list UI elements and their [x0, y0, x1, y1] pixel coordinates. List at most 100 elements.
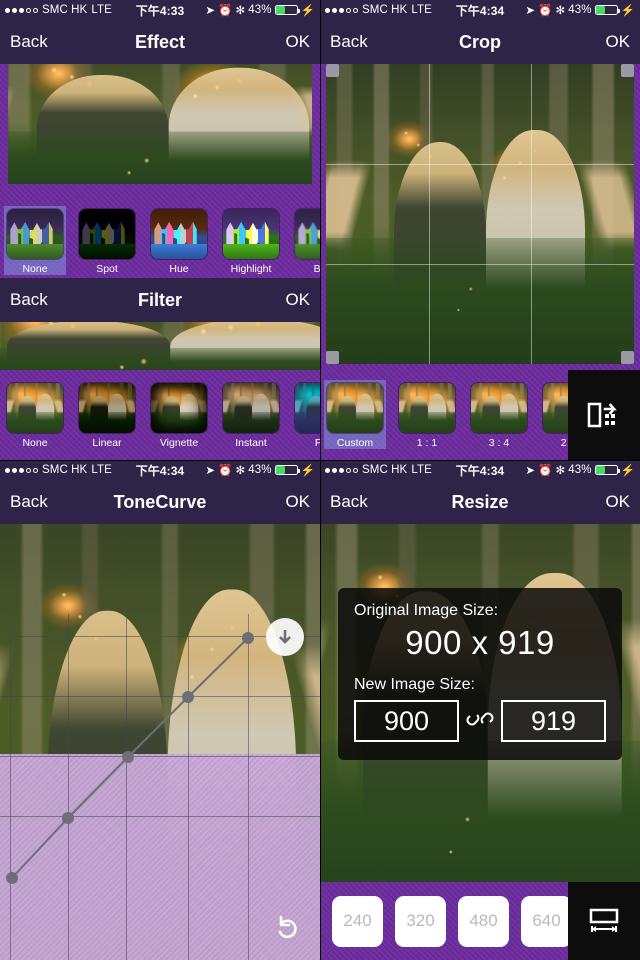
resize-preset-240[interactable]: 240	[332, 895, 383, 947]
carrier-label: SMC HK	[362, 4, 408, 16]
resize-dialog: Original Image Size: 900 x 919 New Image…	[338, 588, 622, 760]
rotate-orientation-button[interactable]	[568, 370, 640, 460]
panel-divider-horizontal	[0, 460, 640, 461]
height-input[interactable]: 919	[501, 700, 606, 742]
crop-handle-bottom-left[interactable]	[326, 351, 339, 364]
panel-tonecurve: SMC HK LTE 下午4:34 ➤ ⏰ ✻ 43% ⚡ Back ToneC…	[0, 460, 320, 960]
effect-item-1[interactable]: Spot	[76, 208, 138, 275]
effect-thumbnail	[6, 208, 64, 260]
back-button-filter[interactable]: Back	[10, 290, 48, 310]
status-right-group: ➤ ⏰ ✻ 43% ⚡	[525, 3, 635, 17]
status-signal-group: SMC HK LTE	[5, 4, 112, 16]
back-button-effect[interactable]: Back	[10, 32, 48, 52]
crop-handle-bottom-right[interactable]	[621, 351, 634, 364]
location-arrow-icon: ➤	[205, 465, 216, 477]
width-input[interactable]: 900	[354, 700, 459, 742]
tonecurve-preview-image	[0, 524, 320, 960]
filter-item-3[interactable]: Instant	[220, 382, 282, 449]
aspect-link-button[interactable]	[463, 708, 497, 735]
crop-handle-top-right[interactable]	[621, 64, 634, 77]
alarm-clock-icon: ⏰	[538, 465, 553, 477]
status-bar-resize: SMC HK LTE 下午4:34 ➤ ⏰ ✻ 43% ⚡	[320, 460, 640, 480]
crop-item-0[interactable]: Custom	[324, 380, 386, 449]
tonecurve-point-3[interactable]	[182, 691, 194, 703]
filter-item-0[interactable]: None	[4, 382, 66, 449]
page-title-resize: Resize	[451, 491, 509, 512]
back-button-crop[interactable]: Back	[330, 32, 368, 52]
crop-item-label: 3 : 4	[488, 437, 510, 449]
resize-preset-640[interactable]: 640	[521, 895, 572, 947]
reset-curve-button[interactable]	[274, 913, 302, 946]
app-screenshot-grid: SMC HK LTE 下午4:33 ➤ ⏰ ✻ 43% ⚡ Back Effec…	[0, 0, 640, 960]
tonecurve-point-2[interactable]	[122, 751, 134, 763]
crop-thumbnail	[398, 382, 456, 434]
effect-thumbnail-strip[interactable]: None Spot Hue Highlight Blur	[0, 200, 320, 290]
dimension-mode-button[interactable]	[568, 882, 640, 960]
bluetooth-icon: ✻	[555, 465, 566, 477]
effect-preview-image[interactable]	[8, 64, 312, 184]
crop-item-1[interactable]: 1 : 1	[396, 382, 458, 449]
effect-item-3[interactable]: Highlight	[220, 208, 282, 275]
filter-item-2[interactable]: Vignette	[148, 382, 210, 449]
apply-curve-button[interactable]	[266, 618, 304, 656]
carrier-label: SMC HK	[42, 4, 88, 16]
battery-percent-label: 43%	[568, 464, 592, 476]
tonecurve-point-4[interactable]	[242, 632, 254, 644]
new-size-label: New Image Size:	[354, 676, 475, 693]
battery-icon	[274, 465, 300, 475]
status-bar-effect: SMC HK LTE 下午4:33 ➤ ⏰ ✻ 43% ⚡	[0, 0, 320, 20]
tonecurve-point-0[interactable]	[6, 872, 18, 884]
alarm-clock-icon: ⏰	[538, 5, 553, 17]
network-type-label: LTE	[91, 464, 112, 476]
effect-item-label: Spot	[96, 263, 118, 275]
filter-thumbnail	[150, 382, 208, 434]
crop-handle-top-left[interactable]	[326, 64, 339, 77]
signal-strength-icon	[5, 467, 38, 473]
filter-thumbnail	[78, 382, 136, 434]
ok-button-filter[interactable]: OK	[285, 290, 310, 310]
download-arrow-icon	[279, 630, 291, 644]
crop-item-label: 1 : 1	[416, 437, 438, 449]
ok-button-crop[interactable]: OK	[605, 32, 630, 52]
filter-item-1[interactable]: Linear	[76, 382, 138, 449]
crop-preview-image[interactable]	[326, 64, 634, 364]
crop-thumbnail	[326, 382, 384, 434]
filter-thumbnail-strip[interactable]: None Linear Vignette Instant P	[0, 374, 320, 460]
filter-preview-image[interactable]	[0, 322, 320, 370]
location-arrow-icon: ➤	[525, 5, 536, 17]
tonecurve-point-1[interactable]	[62, 812, 74, 824]
filter-item-4[interactable]: Pro	[292, 382, 320, 449]
battery-percent-label: 43%	[248, 4, 272, 16]
back-button-tonecurve[interactable]: Back	[10, 492, 48, 512]
network-type-label: LTE	[91, 4, 112, 16]
effect-thumbnail	[294, 208, 320, 260]
back-button-resize[interactable]: Back	[330, 492, 368, 512]
effect-item-2[interactable]: Hue	[148, 208, 210, 275]
battery-icon	[594, 5, 620, 15]
navbar-filter: Back Filter OK	[0, 278, 320, 322]
crop-item-2[interactable]: 3 : 4	[468, 382, 530, 449]
alarm-clock-icon: ⏰	[218, 465, 233, 477]
resize-preset-480[interactable]: 480	[458, 895, 509, 947]
ok-button-effect[interactable]: OK	[285, 32, 310, 52]
undo-arrow-icon	[278, 915, 297, 939]
ok-button-tonecurve[interactable]: OK	[285, 492, 310, 512]
status-right-group: ➤ ⏰ ✻ 43% ⚡	[525, 463, 635, 477]
signal-strength-icon	[5, 7, 38, 13]
alarm-clock-icon: ⏰	[218, 5, 233, 17]
effect-item-4[interactable]: Blur	[292, 208, 320, 275]
rotate-orientation-icon	[587, 402, 617, 428]
resize-preset-320[interactable]: 320	[395, 895, 446, 947]
battery-icon	[274, 5, 300, 15]
ok-button-resize[interactable]: OK	[605, 492, 630, 512]
panel-filter: Back Filter OK None Linear Vignette Inst…	[0, 278, 320, 460]
tonecurve-line	[11, 637, 249, 879]
effect-thumbnail	[150, 208, 208, 260]
effect-item-label: Highlight	[230, 263, 272, 275]
status-signal-group: SMC HK LTE	[325, 464, 432, 476]
effect-item-0[interactable]: None	[4, 206, 66, 275]
navbar-resize: Back Resize OK	[320, 480, 640, 524]
tonecurve-editor[interactable]	[0, 614, 320, 960]
crop-thumbnail	[470, 382, 528, 434]
width-dimension-icon	[589, 908, 619, 932]
